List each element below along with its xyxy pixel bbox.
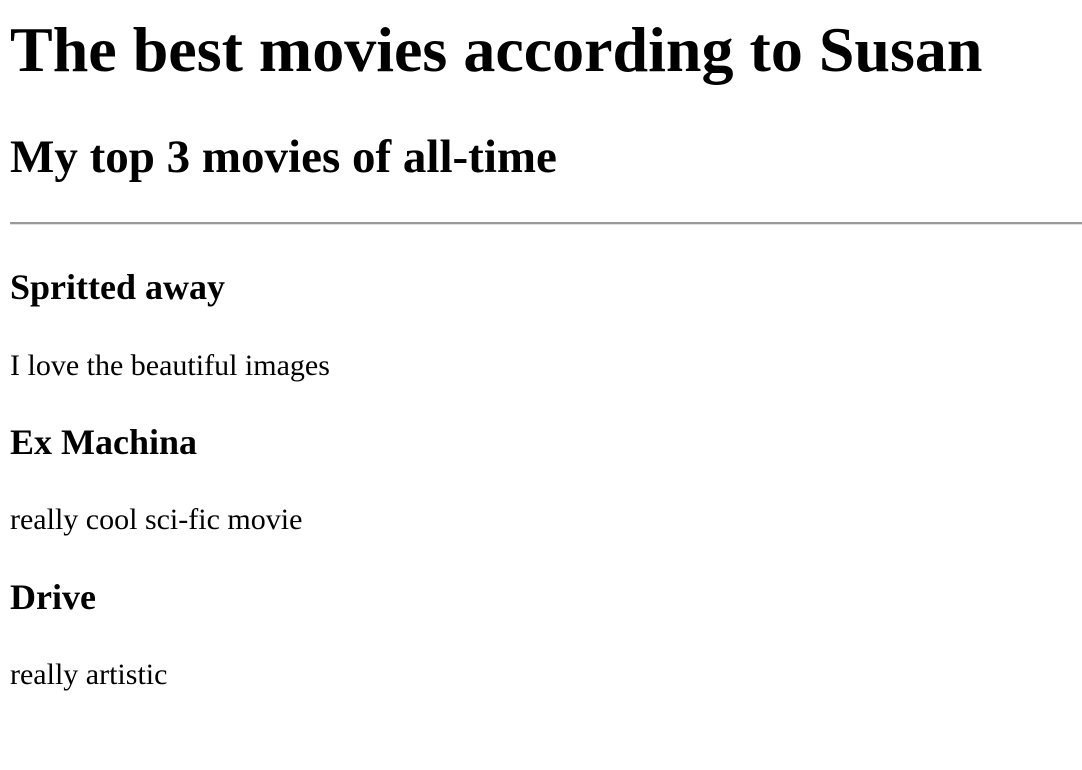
page: The best movies according to Susan My to… xyxy=(0,0,1082,770)
page-title: The best movies according to Susan xyxy=(10,14,983,85)
movie-description-drive: really artistic xyxy=(10,658,168,691)
movie-description-ex-machina: really cool sci-fic movie xyxy=(10,503,303,536)
movie-title-ex-machina: Ex Machina xyxy=(10,422,198,462)
movie-title-spirited-away: Spritted away xyxy=(10,267,225,307)
divider xyxy=(10,222,1082,225)
movie-title-drive: Drive xyxy=(10,577,96,617)
movie-description-spirited-away: I love the beautiful images xyxy=(10,349,330,382)
page-subtitle: My top 3 movies of all-time xyxy=(10,131,557,183)
